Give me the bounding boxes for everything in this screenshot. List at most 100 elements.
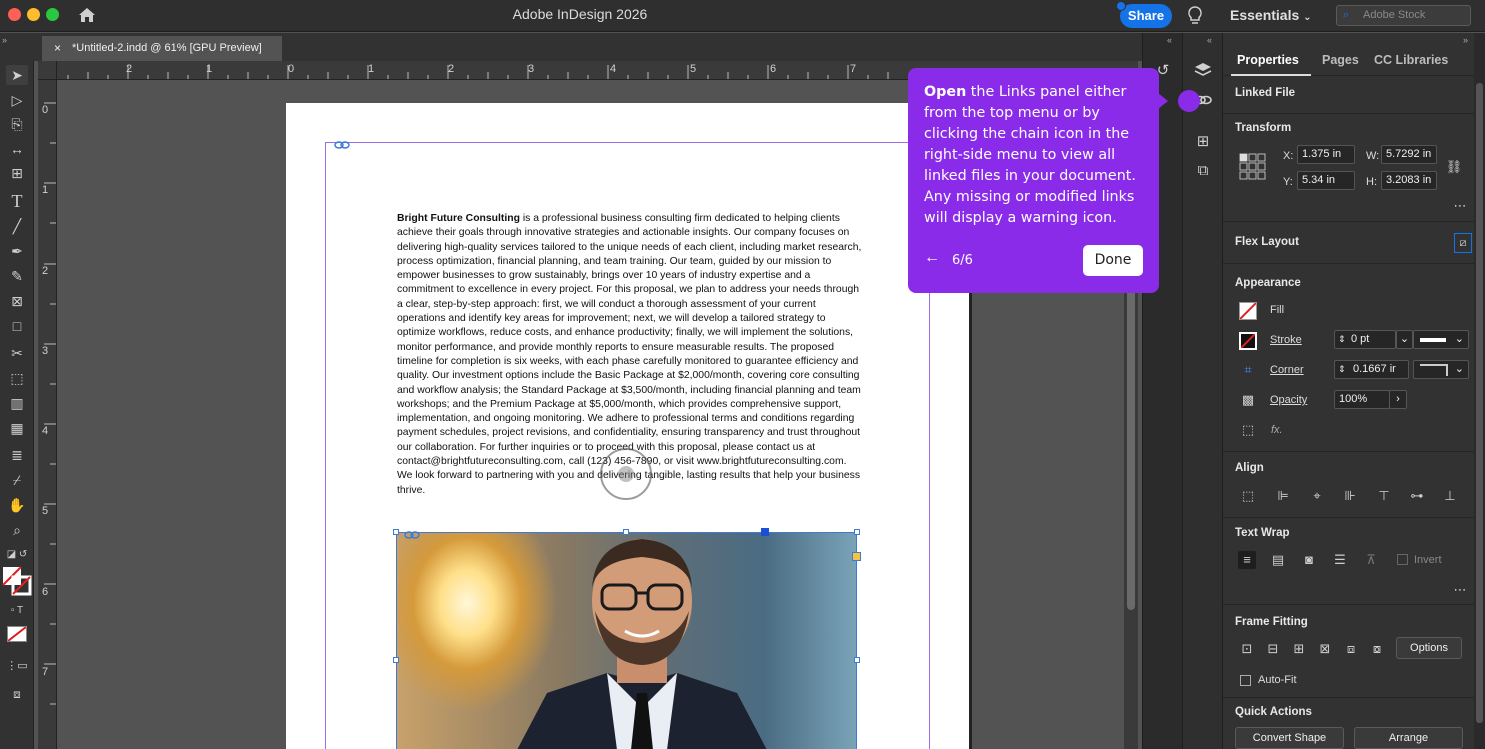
portrait-image-frame[interactable] bbox=[396, 532, 857, 749]
more-options-icon[interactable]: ⋯ bbox=[1451, 197, 1469, 215]
eyedropper-tool-icon[interactable]: ⌿ bbox=[6, 470, 28, 490]
wrap-object-shape-icon[interactable]: ◙ bbox=[1300, 551, 1318, 569]
fit-frame-to-content-icon[interactable]: ⊞ bbox=[1290, 640, 1308, 658]
share-button[interactable]: Share bbox=[1120, 4, 1172, 28]
corner-radius-field[interactable]: ⇕ 0.1667 ir bbox=[1334, 360, 1409, 379]
height-field[interactable]: 3.2083 in bbox=[1381, 171, 1437, 190]
properties-scrollbar[interactable] bbox=[1474, 33, 1485, 749]
rectangle-frame-tool-icon[interactable]: ⊠ bbox=[6, 291, 28, 311]
auto-fit-checkbox[interactable] bbox=[1240, 675, 1251, 686]
fill-stroke-swatch[interactable] bbox=[2, 566, 32, 596]
effects-fx-button[interactable]: fx. bbox=[1271, 424, 1283, 436]
zoom-tool-icon[interactable]: ⌕ bbox=[6, 520, 28, 540]
align-left-edges-icon[interactable]: ⊫ bbox=[1274, 487, 1292, 505]
align-top-edges-icon[interactable]: ⊤ bbox=[1375, 487, 1393, 505]
lightbulb-icon[interactable] bbox=[1186, 5, 1204, 27]
y-position-field[interactable]: 5.34 in bbox=[1297, 171, 1355, 190]
frame-fitting-options-button[interactable]: Options bbox=[1396, 637, 1462, 659]
tour-done-button[interactable]: Done bbox=[1083, 245, 1143, 276]
collapse-dock-icon[interactable]: « bbox=[1207, 35, 1212, 45]
opacity-slider-toggle[interactable]: › bbox=[1389, 390, 1407, 409]
gradient-feather-tool-icon[interactable]: ▦ bbox=[6, 418, 28, 438]
rectangle-tool-icon[interactable]: □ bbox=[6, 316, 28, 336]
fill-swatch-icon[interactable] bbox=[1239, 302, 1257, 320]
note-tool-icon[interactable]: ≣ bbox=[6, 445, 28, 465]
frame-handle-top-center[interactable] bbox=[623, 529, 629, 535]
jump-to-next-column-icon[interactable]: ⊼ bbox=[1362, 551, 1380, 569]
tab-properties[interactable]: Properties bbox=[1237, 53, 1299, 67]
adobe-stock-search-input[interactable]: ⌕ Adobe Stock bbox=[1336, 5, 1471, 26]
stroke-weight-field[interactable]: ⇕ 0 pt bbox=[1334, 330, 1396, 349]
hand-tool-icon[interactable]: ✋ bbox=[6, 495, 28, 515]
content-collector-icon[interactable]: ⊞ bbox=[6, 163, 28, 183]
pen-tool-icon[interactable]: ✒ bbox=[6, 241, 28, 261]
linked-file-heading[interactable]: Linked File bbox=[1235, 87, 1295, 99]
x-position-field[interactable]: 1.375 in bbox=[1297, 145, 1355, 164]
transform-frame-icon[interactable]: ⬚ bbox=[1239, 421, 1257, 439]
live-corner-handle[interactable] bbox=[852, 552, 861, 561]
gap-tool-icon[interactable]: ↔ bbox=[6, 139, 28, 159]
align-vertical-centers-icon[interactable]: ⊶ bbox=[1408, 487, 1426, 505]
default-fill-stroke-icon[interactable]: ◪ ↺ bbox=[6, 545, 28, 565]
frame-handle-middle-right[interactable] bbox=[854, 657, 860, 663]
no-text-wrap-icon[interactable]: ≡ bbox=[1238, 551, 1256, 569]
layers-icon[interactable] bbox=[1193, 60, 1213, 80]
frame-handle-top-right[interactable] bbox=[854, 529, 860, 535]
corner-label[interactable]: Corner bbox=[1270, 364, 1304, 376]
collapse-panel-icon[interactable]: » bbox=[1463, 35, 1468, 45]
document-tab[interactable]: × *Untitled-2.indd @ 61% [GPU Preview] bbox=[42, 36, 282, 61]
flex-layout-icon[interactable]: ⧄ bbox=[1454, 233, 1472, 253]
corner-shape-dropdown[interactable]: ⌄ bbox=[1413, 360, 1469, 379]
center-content-icon[interactable]: ⧈ bbox=[1342, 640, 1360, 658]
gradient-tool-icon[interactable]: ▥ bbox=[6, 393, 28, 413]
scrollbar-thumb[interactable] bbox=[1476, 83, 1483, 723]
screen-mode-icon[interactable]: ⋮▭ bbox=[6, 656, 28, 676]
direct-selection-tool-icon[interactable]: ▷ bbox=[6, 90, 28, 110]
free-transform-tool-icon[interactable]: ⬚ bbox=[6, 368, 28, 388]
content-aware-fit-icon[interactable]: ⧇ bbox=[1368, 640, 1386, 658]
stroke-label[interactable]: Stroke bbox=[1270, 334, 1302, 346]
constrain-proportions-icon[interactable]: ⛓ bbox=[1445, 158, 1463, 176]
stroke-swatch-icon[interactable] bbox=[1239, 332, 1257, 350]
corner-options-icon[interactable]: ⌗ bbox=[1239, 361, 1257, 379]
apply-none-icon[interactable] bbox=[7, 626, 27, 642]
line-tool-icon[interactable]: ╱ bbox=[6, 216, 28, 236]
more-options-icon[interactable]: ⋯ bbox=[1451, 581, 1469, 599]
wrap-bounding-box-icon[interactable]: ▤ bbox=[1269, 551, 1287, 569]
tab-pages[interactable]: Pages bbox=[1322, 53, 1359, 67]
align-bottom-edges-icon[interactable]: ⊥ bbox=[1441, 487, 1459, 505]
workspace-switcher[interactable]: Essentials ⌄ bbox=[1230, 7, 1312, 23]
type-tool-icon[interactable]: T bbox=[6, 191, 28, 211]
invert-checkbox[interactable] bbox=[1397, 554, 1408, 565]
arrange-button[interactable]: Arrange bbox=[1354, 727, 1463, 749]
ruler-origin[interactable] bbox=[38, 61, 57, 80]
content-grabber-handle[interactable] bbox=[761, 528, 769, 536]
fill-frame-proportionally-icon[interactable]: ⊡ bbox=[1238, 640, 1256, 658]
formatting-container-icon[interactable]: ▫ T bbox=[6, 601, 28, 621]
reference-point-icon[interactable] bbox=[1239, 153, 1267, 181]
tab-cc-libraries[interactable]: CC Libraries bbox=[1374, 53, 1448, 67]
close-tab-icon[interactable]: × bbox=[54, 36, 61, 61]
selection-tool-icon[interactable]: ➤ bbox=[6, 65, 28, 85]
image-link-icon[interactable] bbox=[404, 527, 420, 539]
preview-mode-icon[interactable]: ⧈ bbox=[6, 684, 28, 704]
convert-shape-button[interactable]: Convert Shape bbox=[1235, 727, 1344, 749]
pages-icon[interactable]: ⊞ bbox=[1193, 132, 1213, 152]
pencil-tool-icon[interactable]: ✎ bbox=[6, 266, 28, 286]
align-to-selection-icon[interactable]: ⬚ bbox=[1239, 487, 1257, 505]
stepper-icon[interactable]: ⇕ bbox=[1338, 361, 1346, 378]
collapse-toolbar-icon[interactable]: » bbox=[2, 35, 7, 45]
opacity-field[interactable]: 100% bbox=[1334, 390, 1390, 409]
align-horizontal-centers-icon[interactable]: ⌖ bbox=[1308, 487, 1326, 505]
page-tool-icon[interactable]: ⎘ bbox=[6, 114, 28, 134]
vertical-ruler[interactable]: 0 1 2 3 4 5 6 7 bbox=[38, 80, 57, 749]
fit-content-proportionally-icon[interactable]: ⊟ bbox=[1264, 640, 1282, 658]
collapse-dock-icon[interactable]: « bbox=[1167, 35, 1172, 45]
cc-libraries-icon[interactable]: ⧉ bbox=[1193, 161, 1213, 181]
previous-step-arrow-icon[interactable]: ← bbox=[924, 249, 940, 267]
width-field[interactable]: 5.7292 in bbox=[1381, 145, 1437, 164]
opacity-label[interactable]: Opacity bbox=[1270, 394, 1307, 406]
chain-link-icon[interactable] bbox=[334, 137, 350, 149]
stroke-type-dropdown[interactable]: ⌄ bbox=[1413, 330, 1469, 349]
scissors-tool-icon[interactable]: ✂ bbox=[6, 343, 28, 363]
